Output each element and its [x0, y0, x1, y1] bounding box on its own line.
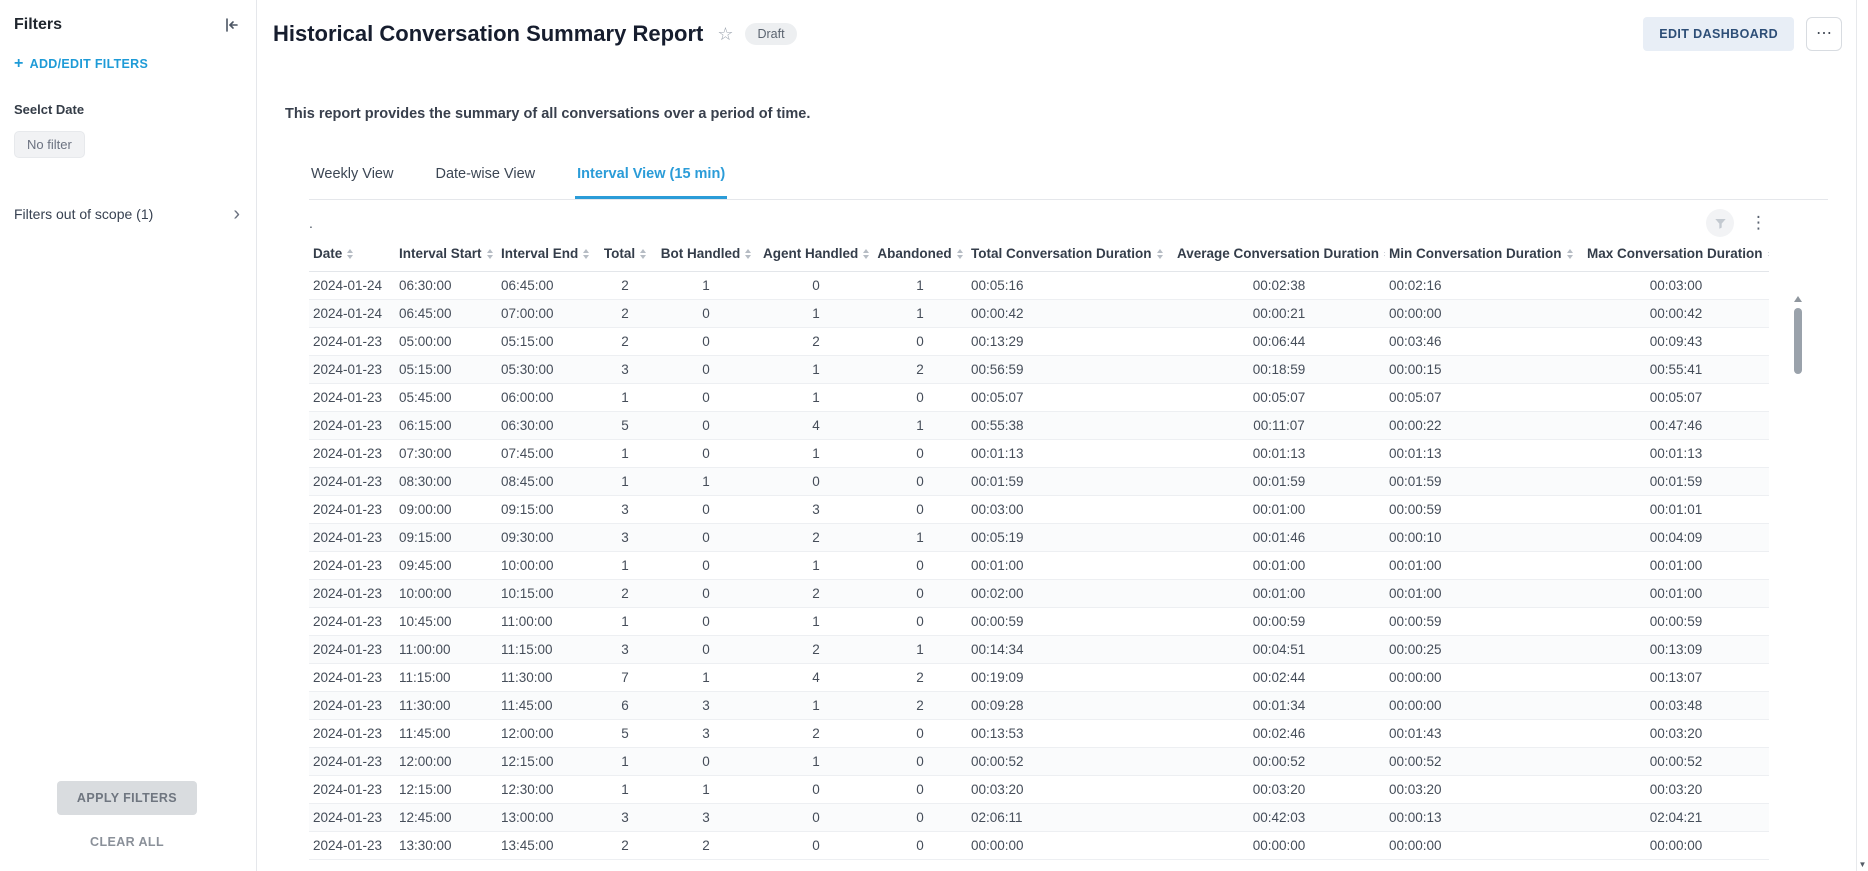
table-row: 2024-01-2313:30:0013:45:00 220 000:00:00…	[309, 832, 1769, 860]
table-row: 2024-01-2309:15:0009:30:00 302 100:05:19…	[309, 524, 1769, 552]
table-tools: ⋮	[1706, 209, 1769, 237]
sidebar-footer: APPLY FILTERS CLEAR ALL	[14, 781, 240, 849]
scroll-up-arrow-icon[interactable]	[1794, 296, 1802, 302]
table-row: 2024-01-2406:45:0007:00:00 201 100:00:42…	[309, 300, 1769, 328]
sort-icon[interactable]	[487, 249, 493, 259]
table-row: 2024-01-2305:45:0006:00:00 101 000:05:07…	[309, 384, 1769, 412]
plus-icon: +	[14, 56, 24, 72]
sort-icon[interactable]	[1567, 249, 1573, 259]
column-label: Average Conversation Duration	[1177, 246, 1379, 261]
sort-icon[interactable]	[347, 249, 353, 259]
view-tabs: Weekly View Date-wise View Interval View…	[309, 156, 1828, 200]
table-header-row: Date Interval Start Interval End Total B…	[309, 238, 1769, 272]
column-label: Interval Start	[399, 246, 482, 261]
column-header[interactable]: Average Conversation Duration	[1173, 238, 1385, 272]
table-toolbar: . ⋮	[309, 208, 1769, 238]
sort-icon[interactable]	[863, 249, 869, 259]
column-header[interactable]: Interval End	[497, 238, 597, 272]
collapse-sidebar-icon[interactable]	[222, 16, 240, 34]
column-header[interactable]: Total Conversation Duration	[967, 238, 1173, 272]
scroll-down-arrow-icon[interactable]: ▼	[1857, 860, 1868, 869]
table-row: 2024-01-2305:00:0005:15:00 202 000:13:29…	[309, 328, 1769, 356]
favorite-star-icon[interactable]: ☆	[717, 24, 733, 45]
apply-filters-button[interactable]: APPLY FILTERS	[57, 781, 197, 815]
table-scrollbar-thumb[interactable]	[1794, 308, 1802, 374]
column-label: Total Conversation Duration	[971, 246, 1152, 261]
more-options-button[interactable]: ⋯	[1806, 17, 1842, 51]
column-header[interactable]: Date	[309, 238, 395, 272]
table-row: 2024-01-2312:15:0012:30:00 110 000:03:20…	[309, 776, 1769, 804]
sort-icon[interactable]	[1768, 249, 1769, 259]
date-filter-group: Seelct Date No filter	[14, 102, 240, 158]
table-row: 2024-01-2308:30:0008:45:00 110 000:01:59…	[309, 468, 1769, 496]
column-header[interactable]: Agent Handled	[759, 238, 873, 272]
report-content: This report provides the summary of all …	[257, 106, 1868, 860]
filters-sidebar: Filters + ADD/EDIT FILTERS Seelct Date N…	[0, 0, 257, 871]
filters-out-of-scope-label: Filters out of scope (1)	[14, 206, 153, 222]
column-header[interactable]: Total	[597, 238, 653, 272]
column-header[interactable]: Bot Handled	[653, 238, 759, 272]
main-area: Historical Conversation Summary Report ☆…	[257, 0, 1868, 871]
tab-date-wise-view[interactable]: Date-wise View	[433, 156, 537, 199]
table-row: 2024-01-2305:15:0005:30:00 301 200:56:59…	[309, 356, 1769, 384]
toolbar-dot: .	[309, 215, 313, 231]
table-scrollbar[interactable]	[1793, 296, 1802, 836]
tab-weekly-view[interactable]: Weekly View	[309, 156, 395, 199]
table-row: 2024-01-2309:00:0009:15:00 303 000:03:00…	[309, 496, 1769, 524]
no-filter-chip[interactable]: No filter	[14, 131, 85, 158]
edit-dashboard-button[interactable]: EDIT DASHBOARD	[1643, 17, 1794, 51]
column-header[interactable]: Min Conversation Duration	[1385, 238, 1583, 272]
table-row: 2024-01-2311:45:0012:00:00 532 000:13:53…	[309, 720, 1769, 748]
tab-interval-view[interactable]: Interval View (15 min)	[575, 156, 727, 199]
filter-icon[interactable]	[1706, 209, 1734, 237]
table-body: 2024-01-2406:30:0006:45:00 210 100:05:16…	[309, 272, 1769, 860]
table-row: 2024-01-2312:45:0013:00:00 330 002:06:11…	[309, 804, 1769, 832]
table-row: 2024-01-2311:30:0011:45:00 631 200:09:28…	[309, 692, 1769, 720]
column-label: Agent Handled	[763, 246, 858, 261]
add-edit-filters-label: ADD/EDIT FILTERS	[30, 57, 148, 71]
page-scrollbar[interactable]: ▼	[1856, 0, 1868, 871]
sort-icon[interactable]	[1384, 249, 1385, 259]
column-label: Min Conversation Duration	[1389, 246, 1562, 261]
add-edit-filters-button[interactable]: + ADD/EDIT FILTERS	[14, 56, 240, 72]
sort-icon[interactable]	[745, 249, 751, 259]
kebab-menu-icon[interactable]: ⋮	[1748, 213, 1769, 233]
sort-icon[interactable]	[957, 249, 963, 259]
sort-icon[interactable]	[1157, 249, 1163, 259]
select-date-label: Seelct Date	[14, 102, 240, 117]
column-label: Bot Handled	[661, 246, 741, 261]
table-row: 2024-01-2311:00:0011:15:00 302 100:14:34…	[309, 636, 1769, 664]
clear-all-button[interactable]: CLEAR ALL	[90, 835, 164, 849]
column-label: Date	[313, 246, 342, 261]
status-badge: Draft	[745, 23, 796, 45]
filters-title: Filters	[14, 16, 62, 34]
table-row: 2024-01-2307:30:0007:45:00 101 000:01:13…	[309, 440, 1769, 468]
page-header: Historical Conversation Summary Report ☆…	[257, 0, 1868, 64]
column-label: Interval End	[501, 246, 578, 261]
interval-summary-table: Date Interval Start Interval End Total B…	[309, 238, 1769, 860]
column-label: Abandoned	[877, 246, 951, 261]
table-row: 2024-01-2309:45:0010:00:00 101 000:01:00…	[309, 552, 1769, 580]
column-label: Total	[604, 246, 635, 261]
chevron-right-icon: ›	[233, 204, 240, 224]
report-description: This report provides the summary of all …	[285, 106, 1828, 122]
table-row: 2024-01-2311:15:0011:30:00 714 200:19:09…	[309, 664, 1769, 692]
app-window: Filters + ADD/EDIT FILTERS Seelct Date N…	[0, 0, 1868, 871]
sort-icon[interactable]	[583, 249, 589, 259]
column-label: Max Conversation Duration	[1587, 246, 1763, 261]
table-row: 2024-01-2310:45:0011:00:00 101 000:00:59…	[309, 608, 1769, 636]
table-row: 2024-01-2406:30:0006:45:00 210 100:05:16…	[309, 272, 1769, 300]
sort-icon[interactable]	[640, 249, 646, 259]
column-header[interactable]: Max Conversation Duration	[1583, 238, 1769, 272]
page-title: Historical Conversation Summary Report	[273, 21, 703, 47]
column-header[interactable]: Abandoned	[873, 238, 967, 272]
column-header[interactable]: Interval Start	[395, 238, 497, 272]
filters-out-of-scope-row[interactable]: Filters out of scope (1) ›	[14, 204, 240, 224]
table-row: 2024-01-2310:00:0010:15:00 202 000:02:00…	[309, 580, 1769, 608]
table-row: 2024-01-2306:15:0006:30:00 504 100:55:38…	[309, 412, 1769, 440]
table-row: 2024-01-2312:00:0012:15:00 101 000:00:52…	[309, 748, 1769, 776]
